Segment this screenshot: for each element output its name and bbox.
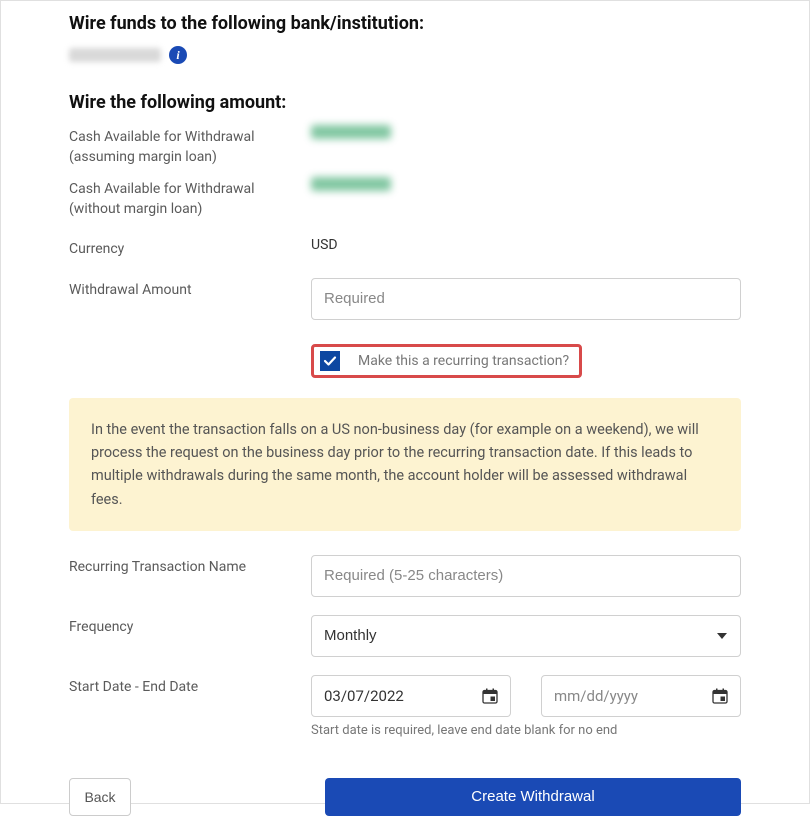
calendar-icon xyxy=(482,688,498,704)
label-withdrawal-amount: Withdrawal Amount xyxy=(69,278,311,301)
calendar-icon xyxy=(712,688,728,704)
recurring-checkbox-label: Make this a recurring transaction? xyxy=(358,353,569,369)
recurring-name-input[interactable] xyxy=(311,555,741,597)
recurring-checkbox-container[interactable]: Make this a recurring transaction? xyxy=(311,344,582,378)
label-cash-margin: Cash Available for Withdrawal (assuming … xyxy=(69,125,311,167)
info-icon[interactable]: i xyxy=(169,46,187,64)
currency-value: USD xyxy=(311,237,338,253)
heading-bank: Wire funds to the following bank/institu… xyxy=(69,13,741,34)
label-date-range: Start Date - End Date xyxy=(69,675,311,698)
label-recurring-name: Recurring Transaction Name xyxy=(69,555,311,578)
cash-no-margin-value-redacted xyxy=(311,177,391,191)
withdrawal-amount-input[interactable] xyxy=(311,278,741,320)
cash-margin-value-redacted xyxy=(311,125,391,139)
label-frequency: Frequency xyxy=(69,615,311,638)
frequency-select[interactable]: Monthly xyxy=(311,615,741,657)
create-withdrawal-button[interactable]: Create Withdrawal xyxy=(325,778,741,816)
label-currency: Currency xyxy=(69,237,311,260)
end-date-placeholder: mm/dd/yyyy xyxy=(554,687,638,705)
date-hint: Start date is required, leave end date b… xyxy=(311,723,741,738)
back-button[interactable]: Back xyxy=(69,778,131,816)
checkmark-icon xyxy=(323,354,337,368)
recurring-checkbox[interactable] xyxy=(320,351,340,371)
start-date-input[interactable]: 03/07/2022 xyxy=(311,675,511,717)
heading-amount: Wire the following amount: xyxy=(69,92,741,113)
start-date-value: 03/07/2022 xyxy=(324,687,404,705)
end-date-input[interactable]: mm/dd/yyyy xyxy=(541,675,741,717)
bank-name-redacted xyxy=(69,48,161,62)
label-cash-no-margin: Cash Available for Withdrawal (without m… xyxy=(69,177,311,219)
recurring-notice: In the event the transaction falls on a … xyxy=(69,398,741,531)
